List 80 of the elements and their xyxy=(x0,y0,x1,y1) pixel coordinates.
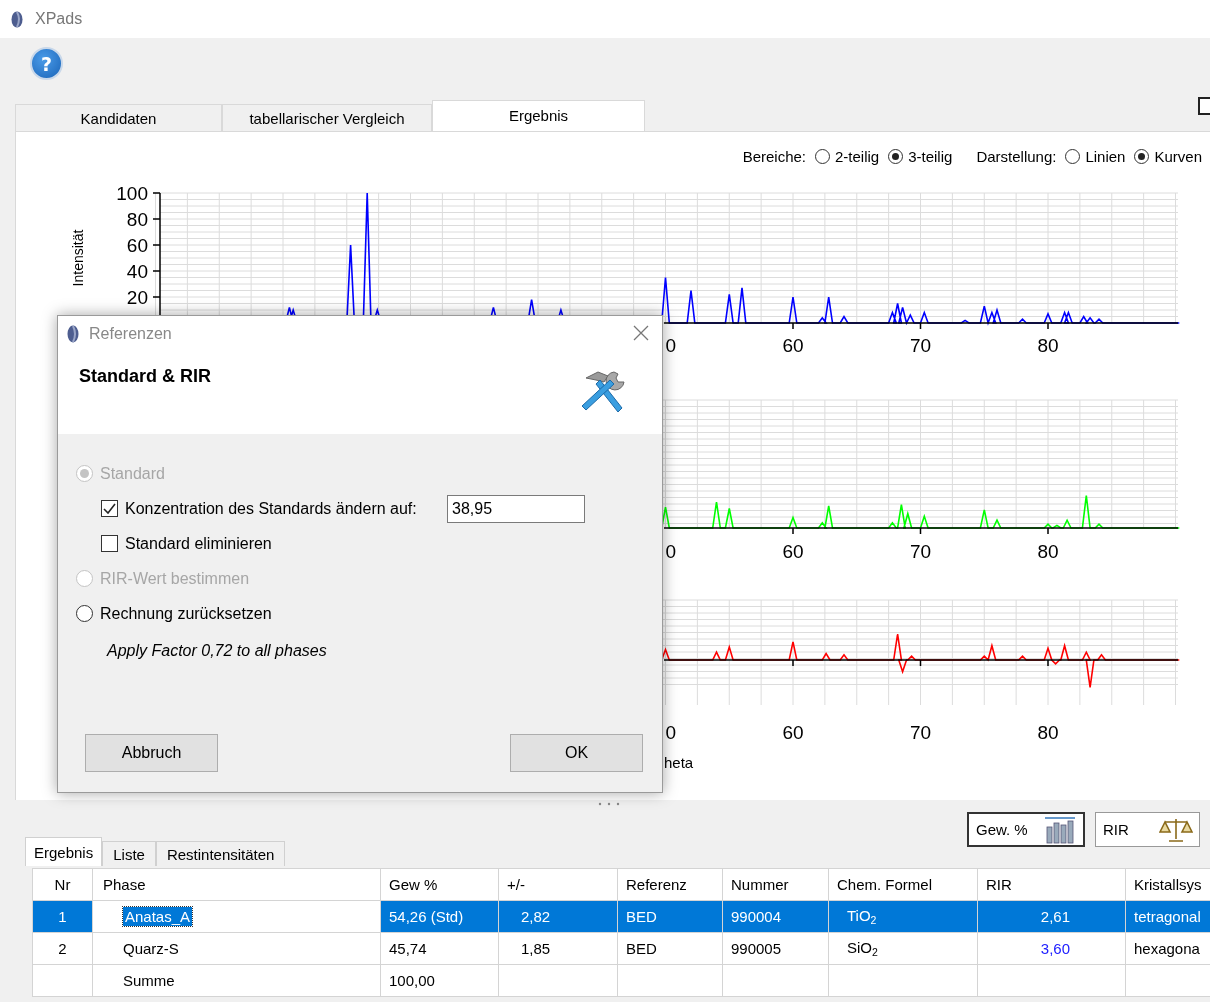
column-header[interactable]: Chem. Formel xyxy=(828,868,978,901)
table-cell: 2,61 xyxy=(977,900,1126,933)
radio-button[interactable]: Linien xyxy=(1065,147,1126,165)
column-header[interactable]: Kristallsys xyxy=(1125,868,1210,901)
table-cell: 990005 xyxy=(722,932,829,965)
axis-tick-label: 0 xyxy=(665,541,677,562)
table-cell: SiO$_{2}$ xyxy=(828,932,978,965)
radio-button[interactable]: Rechnung zurücksetzen xyxy=(76,604,272,623)
column-header[interactable]: Phase xyxy=(92,868,381,901)
table-cell: Summe xyxy=(92,964,381,997)
table-row[interactable]: Summe 100,00 xyxy=(32,964,1210,997)
table-row[interactable]: 2 Quarz-S 45,74 1,85 BED 990005 SiO$_{2}$ 3,60 hexagona xyxy=(32,932,1210,965)
axis-tick-label: 70 xyxy=(909,722,932,743)
table-cell: 3,60 xyxy=(977,932,1126,965)
column-header[interactable]: Nr xyxy=(32,868,93,901)
axis-tick-label: 80 xyxy=(1037,335,1059,356)
balance-scale-icon xyxy=(1159,816,1193,843)
axis-tick-label: 70 xyxy=(909,541,932,562)
table-cell: Quarz-S xyxy=(92,932,381,965)
axis-tick-label: 60 xyxy=(782,335,804,356)
close-icon[interactable] xyxy=(632,324,650,342)
table-cell[interactable]: Anatas_A xyxy=(123,907,193,926)
tab[interactable]: Ergebnis xyxy=(25,837,103,866)
dialog-title: Referenzen xyxy=(89,325,172,343)
tab[interactable]: Ergebnis xyxy=(432,100,645,131)
table-cell: BED xyxy=(617,900,723,933)
axis-tick-label: 70 xyxy=(909,335,932,356)
table-cell: 1,85 xyxy=(498,932,618,965)
column-header[interactable]: +/- xyxy=(498,868,618,901)
axis-tick-label: 20 xyxy=(126,287,148,308)
tab[interactable]: Liste xyxy=(102,841,156,866)
table-cell: TiO$_{2}$ xyxy=(828,900,978,933)
column-header[interactable]: Nummer xyxy=(722,868,829,901)
mode-button[interactable]: RIR xyxy=(1095,812,1200,847)
axis-tick-label: 80 xyxy=(1037,722,1059,743)
option-label: Darstellung: xyxy=(976,147,1057,165)
table-cell: 2 xyxy=(32,932,93,965)
axis-tick-label: 100 xyxy=(116,183,148,204)
column-header[interactable]: Referenz xyxy=(617,868,723,901)
checkmark-icon xyxy=(103,503,116,514)
checkbox[interactable]: Standard eliminieren xyxy=(101,534,447,553)
ok-button[interactable]: OK xyxy=(510,734,643,772)
tab[interactable]: Restintensitäten xyxy=(155,841,286,866)
table-row[interactable]: 1 Anatas_A 54,26 (Std) 2,82 BED 990004 TiO$_{2}$ 2,61 tetragonal xyxy=(32,900,1210,933)
mode-button[interactable]: Gew. % xyxy=(967,812,1085,847)
table-cell: 1 xyxy=(32,900,93,933)
axis-tick-label: 60 xyxy=(782,541,804,562)
bar-chart-icon xyxy=(1043,814,1077,845)
input-field[interactable]: 38,95 xyxy=(447,494,585,523)
axis-tick-label: 40 xyxy=(126,261,148,282)
axis-tick-label: 0 xyxy=(665,335,677,356)
column-header[interactable]: Gew % xyxy=(380,868,499,901)
axis-tick-label: 60 xyxy=(782,722,804,743)
table-cell: BED xyxy=(617,932,723,965)
axis-tick-label: 60 xyxy=(126,235,148,256)
column-header[interactable]: RIR xyxy=(977,868,1126,901)
dialog-heading: Standard & RIR xyxy=(79,366,212,387)
app-icon xyxy=(67,325,79,343)
radio-button[interactable]: 2-teilig xyxy=(815,147,880,165)
axis-title: heta xyxy=(664,754,694,771)
cancel-button[interactable]: Abbruch xyxy=(85,734,218,772)
table-cell: 990004 xyxy=(722,900,829,933)
axis-tick-label: 80 xyxy=(1037,541,1059,562)
axis-title: Intensität xyxy=(70,229,86,287)
tab[interactable]: tabellarischer Vergleich xyxy=(222,104,432,131)
table-cell: tetragonal xyxy=(1125,900,1210,933)
radio-button[interactable]: Kurven xyxy=(1134,147,1202,165)
table-cell: 54,26 (Std) xyxy=(380,900,499,933)
radio-button[interactable]: 3-teilig xyxy=(888,147,953,165)
axis-tick-label: 0 xyxy=(665,722,677,743)
axis-tick-label: 80 xyxy=(126,209,148,230)
table-cell: 2,82 xyxy=(498,900,618,933)
tab[interactable]: Kandidaten xyxy=(15,104,222,131)
option-label: Bereiche: xyxy=(742,147,806,165)
table-cell: 45,74 xyxy=(380,932,499,965)
hint-text: Apply Factor 0,72 to all phases xyxy=(107,642,327,660)
checkbox[interactable]: Konzentration des Standards ändern auf: xyxy=(101,499,447,518)
window-title: XPads xyxy=(35,10,83,28)
table-cell: 100,00 xyxy=(380,964,499,997)
app-icon xyxy=(11,10,23,28)
